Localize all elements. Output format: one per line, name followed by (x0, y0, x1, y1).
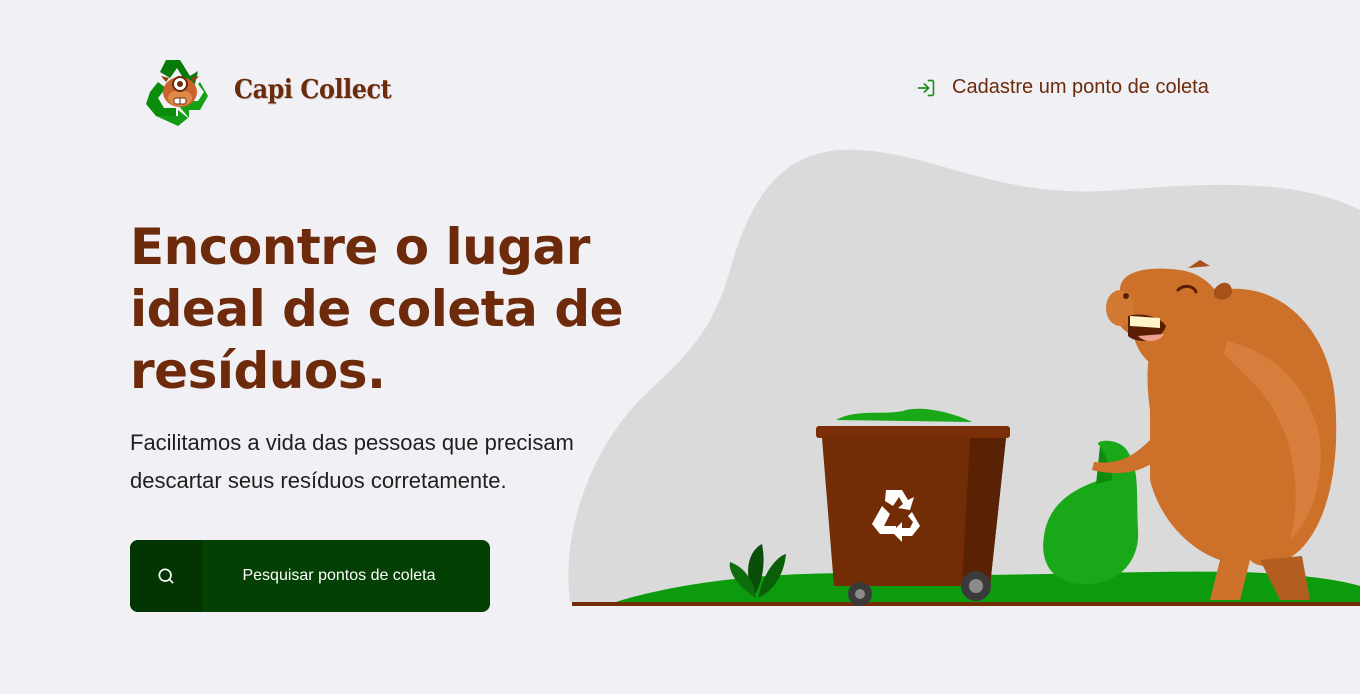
ground-line (572, 602, 1360, 606)
search-icon (158, 568, 174, 584)
register-collection-point-link[interactable]: Cadastre um ponto de coleta (916, 76, 1209, 99)
brand-logo[interactable]: Capi Collect (140, 52, 405, 132)
capybara-recycling-illustration (568, 149, 1360, 606)
search-button-label: Pesquisar pontos de coleta (242, 567, 436, 584)
log-in-icon (917, 79, 935, 96)
hero-description: Facilitamos a vida das pessoas que preci… (130, 430, 574, 493)
brand-name: Capi Collect (234, 75, 392, 105)
recycle-capybara-logo-icon (146, 60, 208, 126)
search-collection-points-button[interactable]: Pesquisar pontos de coleta (130, 540, 490, 612)
register-link-label: Cadastre um ponto de coleta (952, 76, 1209, 98)
recycling-bin (816, 408, 1010, 606)
search-icon-box (130, 540, 202, 612)
